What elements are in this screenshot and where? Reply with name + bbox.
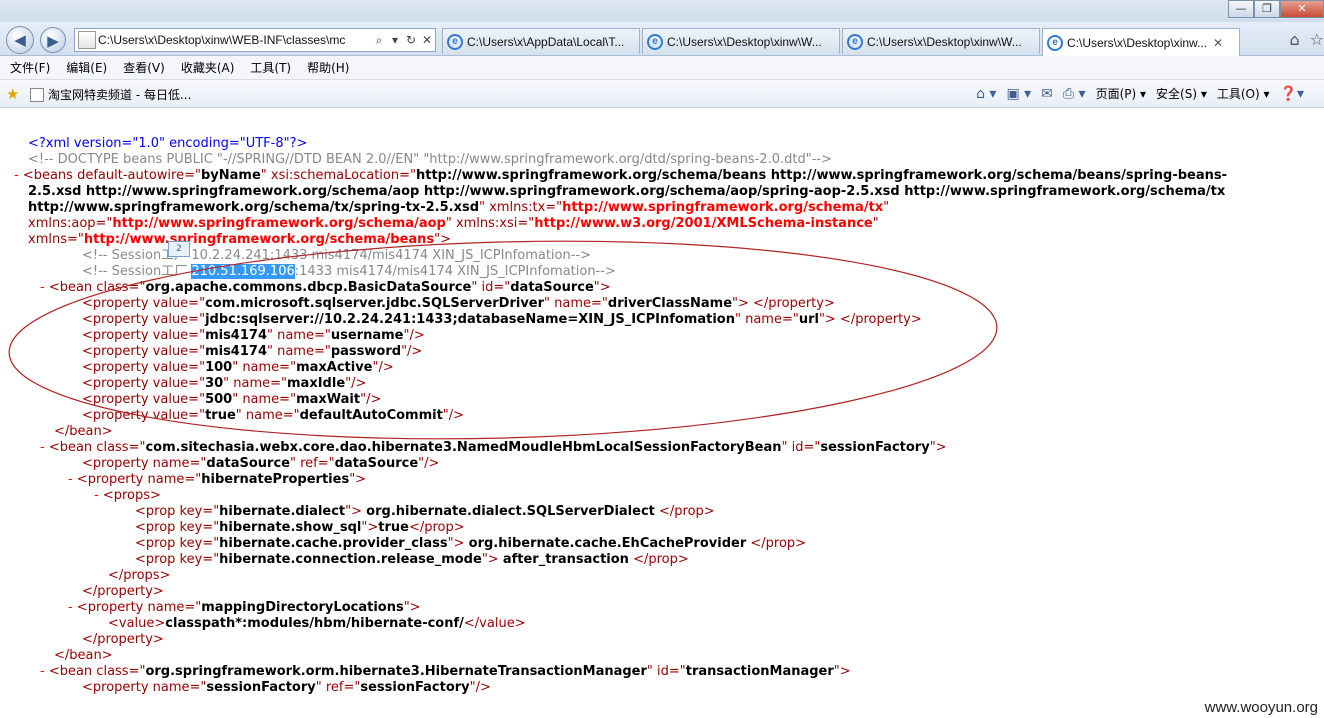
chevron-down-icon[interactable]: ▾ [387, 33, 403, 47]
page-menu-label: 页面(P) [1095, 87, 1137, 101]
tab-2[interactable]: e C:\Users\x\Desktop\xinw\W... [642, 28, 840, 54]
home-icon[interactable]: ⌂ ▾ [976, 86, 996, 102]
tab-label: C:\Users\x\Desktop\xinw\W... [867, 34, 1022, 49]
restore-button[interactable]: ❐ [1254, 0, 1280, 18]
address-bar[interactable]: C:\Users\x\Desktop\xinw\WEB-INF\classes\… [74, 28, 436, 52]
page-icon [78, 31, 96, 49]
close-button[interactable]: ✕ [1280, 0, 1324, 18]
menu-bar: 文件(F) 编辑(E) 查看(V) 收藏夹(A) 工具(T) 帮助(H) [0, 56, 1324, 80]
watermark: www.wooyun.org [1204, 699, 1318, 716]
stop-icon[interactable]: ✕ [419, 33, 435, 47]
navigation-bar: ◀ ▶ C:\Users\x\Desktop\xinw\WEB-INF\clas… [0, 22, 1324, 56]
tab-3[interactable]: e C:\Users\x\Desktop\xinw\W... [842, 28, 1040, 54]
back-button[interactable]: ◀ [6, 26, 34, 54]
page-icon [30, 87, 44, 102]
menu-edit[interactable]: 编辑(E) [66, 59, 107, 76]
tab-active[interactable]: e C:\Users\x\Desktop\xinw... ✕ [1042, 28, 1240, 56]
ie-icon: e [647, 33, 663, 50]
search-icon[interactable]: ⌕ [371, 33, 387, 48]
menu-view[interactable]: 查看(V) [123, 59, 165, 76]
menu-file[interactable]: 文件(F) [10, 59, 50, 76]
menu-favorites[interactable]: 收藏夹(A) [181, 59, 235, 76]
help-icon[interactable]: ❓▾ [1280, 86, 1304, 102]
tab-label: C:\Users\x\AppData\Local\T... [467, 34, 625, 49]
window-controls: — ❐ ✕ [1228, 0, 1324, 18]
menu-help[interactable]: 帮助(H) [307, 59, 349, 76]
ie-icon: e [1047, 34, 1063, 51]
mail-icon[interactable]: ✉ [1041, 86, 1053, 102]
tab-label: C:\Users\x\Desktop\xinw\W... [667, 34, 822, 49]
command-bar: ⌂ ▾ ▣ ▾ ✉ ⎙ ▾ 页面(P) ▾ 安全(S) ▾ 工具(O) ▾ ❓▾ [976, 85, 1304, 102]
menu-tools[interactable]: 工具(T) [250, 59, 291, 76]
close-tab-icon[interactable]: ✕ [1213, 36, 1223, 50]
page-menu[interactable]: 页面(P) ▾ [1096, 85, 1146, 102]
spellcheck-icon[interactable]: 2 [168, 241, 190, 257]
favorite-link[interactable]: 淘宝网特卖频道 - 每日低... [30, 86, 191, 103]
print-icon[interactable]: ⎙ ▾ [1063, 86, 1086, 102]
xml-document-view: <?xml version="1.0" encoding="UTF-8"?> <… [0, 108, 1324, 718]
safety-menu[interactable]: 安全(S) ▾ [1156, 85, 1207, 102]
favorites-bar: ★ 淘宝网特卖频道 - 每日低... ⌂ ▾ ▣ ▾ ✉ ⎙ ▾ 页面(P) ▾… [0, 80, 1324, 108]
ie-icon: e [847, 33, 863, 50]
tools-menu[interactable]: 工具(O) ▾ [1217, 85, 1270, 102]
forward-button[interactable]: ▶ [40, 27, 66, 53]
window-titlebar: — ❐ ✕ [0, 0, 1324, 22]
favorites-icon[interactable]: ☆ [1310, 30, 1324, 49]
feeds-icon[interactable]: ▣ ▾ [1006, 86, 1031, 102]
refresh-icon[interactable]: ↻ [403, 33, 419, 47]
tools-menu-label: 工具(O) [1216, 87, 1260, 101]
address-url[interactable]: C:\Users\x\Desktop\xinw\WEB-INF\classes\… [98, 33, 371, 47]
toolbar-icons: ⌂ ☆ [1290, 30, 1324, 49]
tab-label: C:\Users\x\Desktop\xinw... [1067, 35, 1208, 50]
minimize-button[interactable]: — [1228, 0, 1254, 18]
home-icon[interactable]: ⌂ [1290, 30, 1300, 49]
annotation-ellipse [8, 240, 998, 440]
ie-icon: e [447, 33, 463, 50]
safety-menu-label: 安全(S) [1156, 87, 1198, 101]
favorites-star-icon[interactable]: ★ [6, 85, 19, 103]
tab-1[interactable]: e C:\Users\x\AppData\Local\T... [442, 28, 640, 54]
favorite-link-label: 淘宝网特卖频道 - 每日低... [48, 88, 192, 102]
